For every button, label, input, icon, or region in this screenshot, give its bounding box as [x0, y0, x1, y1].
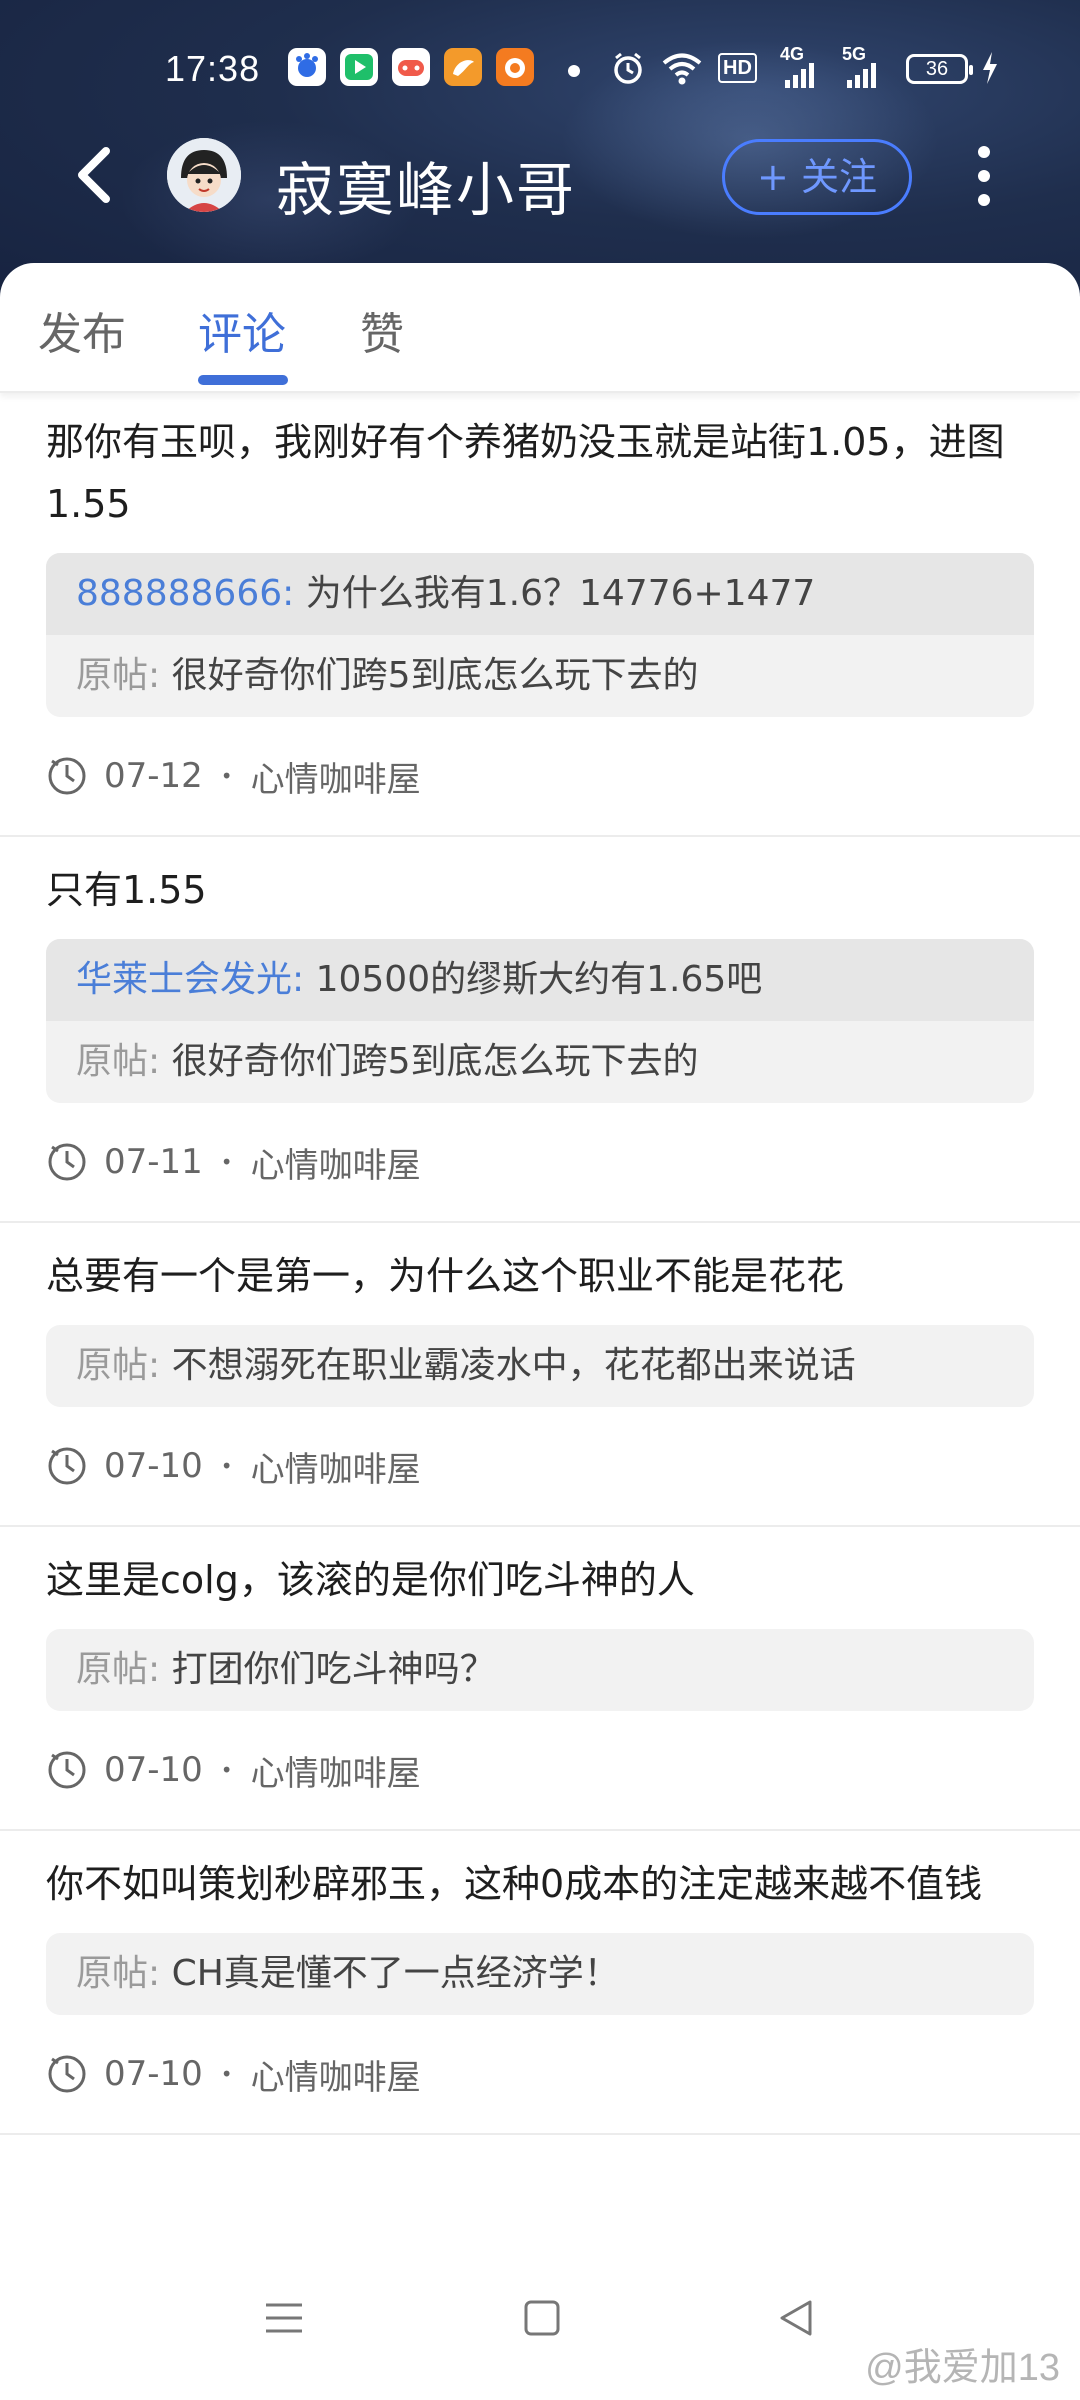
wifi-icon: [660, 50, 704, 86]
content-card: 发布 评论 赞 那你有玉呗，我刚好有个养猪奶没玉就是站街1.05，进图1.55 …: [0, 263, 1080, 2400]
reply-row[interactable]: 华莱士会发光: 10500的缪斯大约有1.65吧: [46, 939, 1034, 1021]
comment-list: 那你有玉呗，我刚好有个养猪奶没玉就是站街1.05，进图1.55 88888866…: [0, 395, 1080, 2135]
clock-icon: [48, 2055, 86, 2093]
reply-row[interactable]: 888888666: 为什么我有1.6？14776+1477: [46, 553, 1034, 635]
status-time: 17:38: [165, 48, 261, 89]
app-icon-game: [392, 48, 430, 86]
reply-text: 10500的缪斯大约有1.65吧: [315, 959, 763, 1000]
comment-text: 你不如叫策划秒辟邪玉，这种0成本的注定越来越不值钱: [46, 1862, 983, 1906]
original-post-label: 原帖:: [76, 1953, 161, 1994]
menu-icon[interactable]: [262, 2296, 306, 2344]
tab-bar: 发布 评论 赞: [0, 263, 1080, 393]
comment-item[interactable]: 只有1.55 华莱士会发光: 10500的缪斯大约有1.65吧 原帖: 很好奇你…: [0, 837, 1080, 1223]
back-triangle-icon[interactable]: [776, 2296, 816, 2344]
alarm-icon: [610, 50, 646, 86]
charging-icon: [980, 50, 1000, 86]
clock-icon: [48, 1447, 86, 1485]
comment-date: 07-12: [104, 756, 203, 796]
comment-text: 那你有玉呗，我刚好有个养猪奶没玉就是站街1.05，进图1.55: [46, 420, 1005, 526]
meta-separator: •: [220, 1454, 233, 1478]
comment-item[interactable]: 那你有玉呗，我刚好有个养猪奶没玉就是站街1.05，进图1.55 88888866…: [0, 395, 1080, 837]
clock-icon: [48, 757, 86, 795]
watermark: @我爱加13: [865, 2347, 1060, 2389]
more-vertical-icon[interactable]: [976, 146, 992, 206]
app-icon-bird: [444, 48, 482, 86]
meta-separator: •: [220, 2062, 233, 2086]
original-post-text: CH真是懂不了一点经济学！: [171, 1953, 620, 1994]
battery-indicator: 36: [906, 54, 973, 84]
forum-name[interactable]: 心情咖啡屋: [251, 1138, 421, 1187]
original-post-row[interactable]: 原帖: 打团你们吃斗神吗？: [46, 1629, 1034, 1711]
original-post-text: 很好奇你们跨5到底怎么玩下去的: [171, 655, 699, 696]
status-bar: 17:38 HD 4G 5G 36: [0, 40, 1080, 100]
original-post-text: 很好奇你们跨5到底怎么玩下去的: [171, 1041, 699, 1082]
original-post-text: 打团你们吃斗神吗？: [171, 1649, 496, 1690]
comment-item[interactable]: 这里是colg，该滚的是你们吃斗神的人 原帖: 打团你们吃斗神吗？ 07-10 …: [0, 1527, 1080, 1831]
comment-meta: 07-10 • 心情咖啡屋: [46, 1711, 1034, 1829]
avatar[interactable]: [167, 138, 241, 212]
original-post-row[interactable]: 原帖: 不想溺死在职业霸凌水中，花花都出来说话: [46, 1325, 1034, 1407]
reply-user[interactable]: 华莱士会发光:: [76, 959, 304, 1000]
forum-name[interactable]: 心情咖啡屋: [251, 752, 421, 801]
quote-block[interactable]: 原帖: CH真是懂不了一点经济学！: [46, 1933, 1034, 2015]
back-arrow-icon[interactable]: [72, 145, 116, 205]
comment-date: 07-10: [104, 1446, 203, 1486]
comment-meta: 07-12 • 心情咖啡屋: [46, 717, 1034, 835]
comment-text: 这里是colg，该滚的是你们吃斗神的人: [46, 1558, 695, 1602]
comment-item[interactable]: 你不如叫策划秒辟邪玉，这种0成本的注定越来越不值钱 原帖: CH真是懂不了一点经…: [0, 1831, 1080, 2135]
tab-comments[interactable]: 评论: [198, 298, 286, 362]
forum-name[interactable]: 心情咖啡屋: [251, 2050, 421, 2099]
app-icon-baidu: [288, 48, 326, 86]
active-tab-indicator: [198, 375, 288, 385]
page-title: 寂寞峰小哥: [276, 156, 577, 224]
clock-icon: [48, 1143, 86, 1181]
forum-name[interactable]: 心情咖啡屋: [251, 1442, 421, 1491]
app-icon-orange: [496, 48, 534, 86]
comment-text: 总要有一个是第一，为什么这个职业不能是花花: [46, 1254, 845, 1298]
comment-meta: 07-10 • 心情咖啡屋: [46, 1407, 1034, 1525]
tab-posts[interactable]: 发布: [38, 298, 126, 362]
signal-bars-5g-icon: [846, 62, 880, 98]
comment-meta: 07-10 • 心情咖啡屋: [46, 2015, 1034, 2133]
reply-user[interactable]: 888888666:: [76, 573, 294, 614]
app-icon-video: [340, 48, 378, 86]
follow-button[interactable]: + 关注: [722, 139, 912, 215]
comment-item[interactable]: 总要有一个是第一，为什么这个职业不能是花花 原帖: 不想溺死在职业霸凌水中，花花…: [0, 1223, 1080, 1527]
meta-separator: •: [220, 1758, 233, 1782]
original-post-row[interactable]: 原帖: 很好奇你们跨5到底怎么玩下去的: [46, 1021, 1034, 1103]
reply-text: 为什么我有1.6？14776+1477: [305, 573, 816, 614]
original-post-row[interactable]: 原帖: CH真是懂不了一点经济学！: [46, 1933, 1034, 2015]
comment-text: 只有1.55: [46, 868, 207, 912]
comment-date: 07-11: [104, 1142, 203, 1182]
quote-block[interactable]: 华莱士会发光: 10500的缪斯大约有1.65吧 原帖: 很好奇你们跨5到底怎么…: [46, 939, 1034, 1103]
tab-likes[interactable]: 赞: [360, 298, 404, 362]
original-post-text: 不想溺死在职业霸凌水中，花花都出来说话: [171, 1345, 856, 1386]
comment-date: 07-10: [104, 1750, 203, 1790]
original-post-row[interactable]: 原帖: 很好奇你们跨5到底怎么玩下去的: [46, 635, 1034, 717]
quote-block[interactable]: 原帖: 打团你们吃斗神吗？: [46, 1629, 1034, 1711]
hd-badge: HD: [718, 53, 757, 83]
original-post-label: 原帖:: [76, 655, 161, 696]
forum-name[interactable]: 心情咖啡屋: [251, 1746, 421, 1795]
original-post-label: 原帖:: [76, 1345, 161, 1386]
original-post-label: 原帖:: [76, 1649, 161, 1690]
meta-separator: •: [220, 1150, 233, 1174]
signal-bars-icon: [784, 62, 818, 98]
comment-date: 07-10: [104, 2054, 203, 2094]
original-post-label: 原帖:: [76, 1041, 161, 1082]
home-square-icon[interactable]: [522, 2296, 562, 2344]
clock-icon: [48, 1751, 86, 1789]
meta-separator: •: [220, 764, 233, 788]
quote-block[interactable]: 原帖: 不想溺死在职业霸凌水中，花花都出来说话: [46, 1325, 1034, 1407]
comment-meta: 07-11 • 心情咖啡屋: [46, 1103, 1034, 1221]
notification-dot-icon: [568, 65, 580, 77]
quote-block[interactable]: 888888666: 为什么我有1.6？14776+1477 原帖: 很好奇你们…: [46, 553, 1034, 717]
